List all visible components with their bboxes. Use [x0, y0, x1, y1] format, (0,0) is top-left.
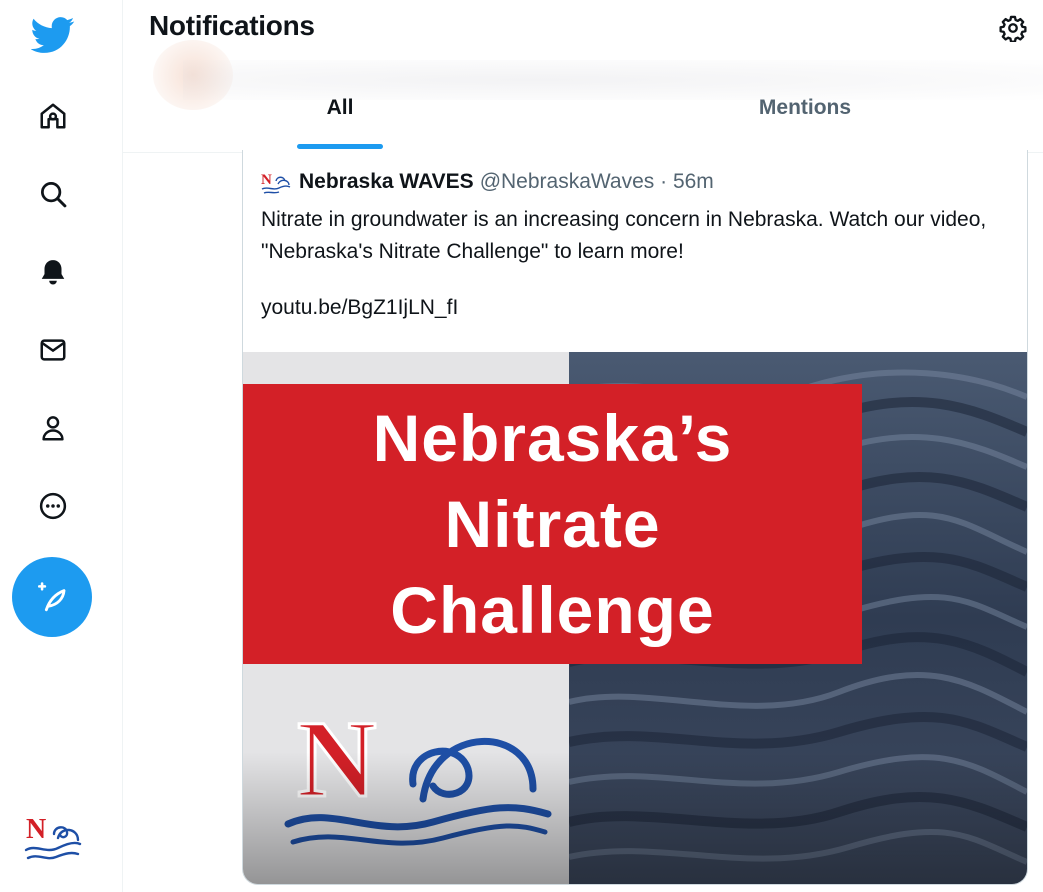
- banner-line-3: Challenge: [390, 573, 715, 647]
- tweet-text: Nitrate in groundwater is an increasing …: [261, 208, 987, 263]
- tab-all-label: All: [326, 96, 354, 119]
- page-title: Notifications: [149, 10, 315, 41]
- nav-more[interactable]: [27, 480, 79, 532]
- author-name[interactable]: Nebraska WAVES: [299, 170, 474, 194]
- svg-text:N: N: [261, 172, 272, 188]
- author-handle[interactable]: @NebraskaWaves · 56m: [480, 170, 714, 194]
- banner-line-2: Nitrate: [444, 487, 661, 561]
- account-avatar[interactable]: N: [22, 808, 84, 870]
- title-banner: Nebraska’s Nitrate Challenge: [243, 384, 862, 664]
- nav-notifications[interactable]: [27, 246, 79, 298]
- tweet-header: N Nebraska WAVES @NebraskaWaves · 56m: [261, 168, 714, 196]
- bell-icon: [41, 260, 65, 285]
- more-circle-icon: [39, 492, 67, 520]
- mail-icon: [40, 339, 66, 361]
- tweet-link[interactable]: youtu.be/BgZ1IjLN_fI: [261, 296, 458, 320]
- person-icon: [42, 416, 64, 441]
- tab-all[interactable]: All: [123, 80, 557, 152]
- home-icon: [40, 103, 66, 129]
- twitter-logo-icon[interactable]: [27, 8, 79, 60]
- nav-home[interactable]: [27, 90, 79, 142]
- notifications-header: Notifications All Mentions: [123, 0, 1043, 153]
- settings-button[interactable]: [995, 10, 1031, 46]
- quoted-tweet-card[interactable]: N Nebraska WAVES @NebraskaWaves · 56m Ni…: [242, 150, 1028, 885]
- compose-tweet-button[interactable]: [12, 557, 92, 637]
- nebraska-waves-logo: N: [24, 814, 82, 860]
- gear-icon: [999, 15, 1027, 42]
- tab-mentions-label: Mentions: [758, 96, 852, 119]
- feather-plus-icon: [37, 582, 66, 612]
- search-icon: [41, 182, 67, 208]
- nav-messages[interactable]: [27, 324, 79, 376]
- tab-mentions[interactable]: Mentions: [573, 80, 1037, 152]
- author-avatar[interactable]: N: [261, 169, 291, 195]
- banner-line-1: Nebraska’s: [372, 401, 733, 475]
- svg-text:N: N: [26, 814, 46, 845]
- nav-profile[interactable]: [27, 402, 79, 454]
- sidebar: N: [0, 0, 123, 892]
- nav-explore[interactable]: [27, 168, 79, 220]
- active-tab-indicator: [297, 144, 383, 149]
- video-thumbnail[interactable]: Nebraska’s Nitrate Challenge N: [243, 352, 1027, 884]
- thumbnail-shade: [243, 752, 1027, 884]
